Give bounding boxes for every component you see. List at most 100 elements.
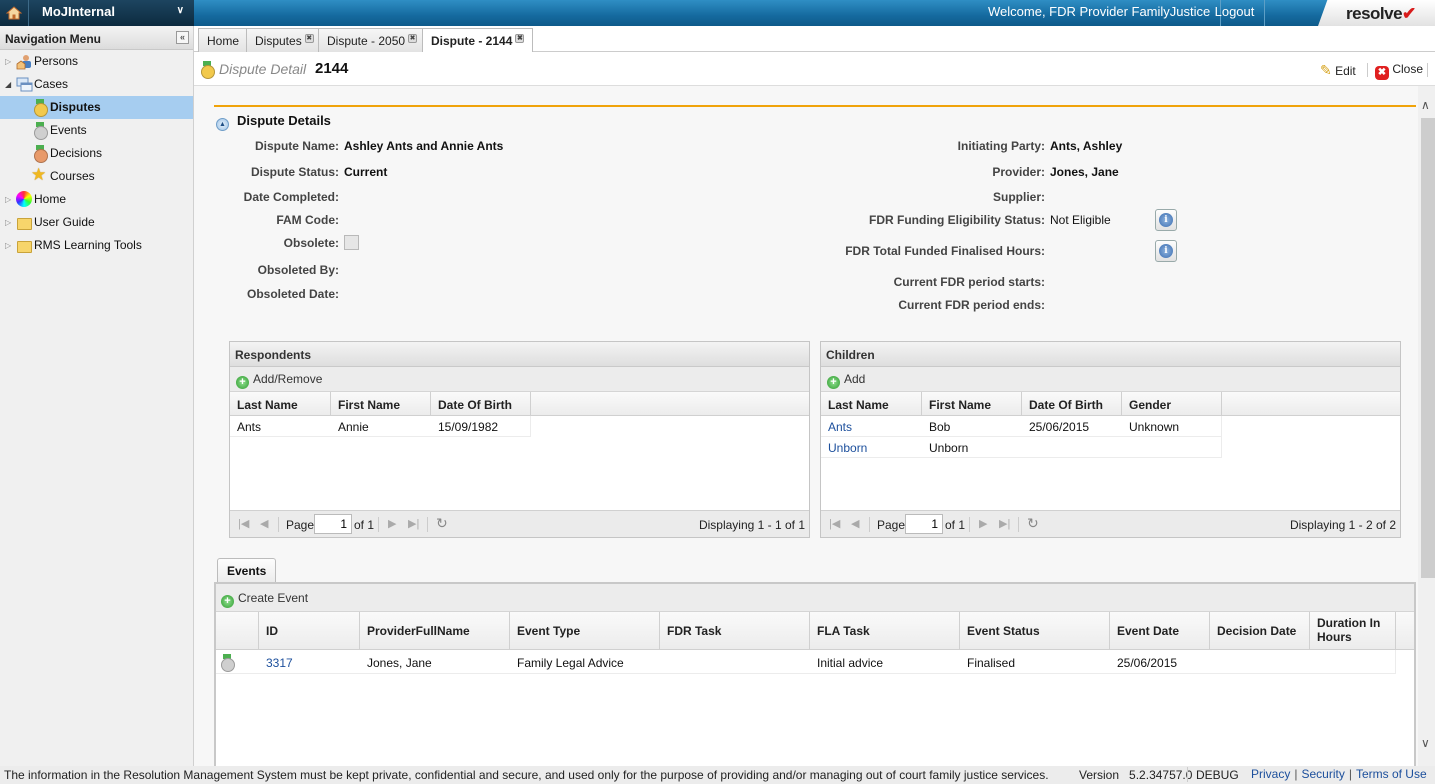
events-column-headers: ID ProviderFullName Event Type FDR Task … <box>216 612 1414 650</box>
field-label: Current FDR period starts: <box>893 275 1045 289</box>
collapse-sidebar-button[interactable]: « <box>176 31 189 44</box>
tab-home[interactable]: Home <box>198 28 249 52</box>
eligibility-info-button[interactable]: i <box>1155 209 1177 231</box>
column-header-first-name[interactable]: First Name <box>922 392 1022 416</box>
sidebar-item-persons[interactable]: ▷ Persons <box>0 50 193 73</box>
respondents-pager: |◀ ◀ Page of 1 ▶ ▶| ↻ Displaying 1 - 1 o… <box>230 510 809 537</box>
cases-icon <box>16 77 33 93</box>
app-selector[interactable]: MoJInternal ∨ <box>29 0 194 26</box>
column-header-first-name[interactable]: First Name <box>331 392 431 416</box>
close-tab-icon[interactable]: ✖ <box>304 34 314 43</box>
expand-arrow-icon[interactable]: ▷ <box>5 188 11 211</box>
column-header-fdr-task[interactable]: FDR Task <box>660 612 810 650</box>
sidebar-item-decisions[interactable]: Decisions <box>0 142 193 165</box>
respondents-toolbar: + Add/Remove <box>230 367 809 392</box>
column-header-provider-full-name[interactable]: ProviderFullName <box>360 612 510 650</box>
funded-hours-info-button[interactable]: i <box>1155 240 1177 262</box>
page-count: of 1 <box>945 518 966 532</box>
cell-fdr-task <box>660 650 667 656</box>
home-button[interactable] <box>0 0 29 26</box>
sidebar-item-home[interactable]: ▷ Home <box>0 188 193 211</box>
terms-of-use-link[interactable]: Terms of Use <box>1356 767 1427 781</box>
table-row[interactable]: 3317 Jones, Jane Family Legal Advice Ini… <box>216 650 1396 674</box>
column-header-decision-date[interactable]: Decision Date <box>1210 612 1310 650</box>
column-header-id[interactable]: ID <box>259 612 360 650</box>
sidebar-item-rms-learning-tools[interactable]: ▷ RMS Learning Tools <box>0 234 193 257</box>
close-tab-icon[interactable]: ✖ <box>408 34 418 43</box>
collapse-arrow-icon[interactable]: ◢ <box>5 73 11 96</box>
scroll-up-icon[interactable]: ∧ <box>1421 98 1430 112</box>
scrollbar-thumb[interactable] <box>1421 118 1435 578</box>
sidebar-item-user-guide[interactable]: ▷ User Guide <box>0 211 193 234</box>
page-number-input[interactable] <box>905 514 943 534</box>
collapse-section-icon[interactable]: ▲ <box>216 118 229 131</box>
add-icon: + <box>827 376 840 389</box>
scroll-down-icon[interactable]: ∨ <box>1421 736 1430 750</box>
column-header-last-name[interactable]: Last Name <box>230 392 331 416</box>
expand-arrow-icon[interactable]: ▷ <box>5 50 11 73</box>
divider <box>427 517 428 532</box>
add-remove-respondents-button[interactable]: + Add/Remove <box>236 372 322 389</box>
column-header-gender[interactable]: Gender <box>1122 392 1222 416</box>
table-row[interactable]: Unborn Unborn <box>821 437 1222 458</box>
prev-page-icon[interactable]: ◀ <box>851 517 859 530</box>
column-header-event-date[interactable]: Event Date <box>1110 612 1210 650</box>
divider <box>1187 767 1188 782</box>
field-label: Supplier: <box>992 190 1045 204</box>
column-header-last-name[interactable]: Last Name <box>821 392 922 416</box>
table-row[interactable]: Ants Bob 25/06/2015 Unknown <box>821 416 1222 437</box>
table-row[interactable]: Ants Annie 15/09/1982 <box>230 416 531 437</box>
page-label: Page <box>286 518 315 532</box>
column-header-date-of-birth[interactable]: Date Of Birth <box>1022 392 1122 416</box>
column-header-event-status[interactable]: Event Status <box>960 612 1110 650</box>
refresh-icon[interactable]: ↻ <box>1027 515 1039 532</box>
add-child-button[interactable]: + Add <box>827 372 865 389</box>
create-event-button[interactable]: + Create Event <box>221 591 308 608</box>
column-header-date-of-birth[interactable]: Date Of Birth <box>431 392 531 416</box>
sidebar-item-events[interactable]: Events <box>0 119 193 142</box>
first-page-icon[interactable]: |◀ <box>829 517 840 530</box>
last-page-icon[interactable]: ▶| <box>408 517 419 530</box>
close-label: Close <box>1392 62 1424 76</box>
cell-date-of-birth <box>1022 437 1029 441</box>
tab-events[interactable]: Events <box>217 558 277 582</box>
main-content: ▲ Dispute Details Dispute Name: Ashley Ant… <box>194 86 1418 766</box>
expand-arrow-icon[interactable]: ▷ <box>5 234 11 257</box>
expand-arrow-icon[interactable]: ▷ <box>5 211 11 234</box>
first-page-icon[interactable]: |◀ <box>238 517 249 530</box>
tab-dispute-2050[interactable]: Dispute - 2050 ✖ <box>318 28 427 52</box>
cell-event-status: Finalised <box>967 656 1016 670</box>
divider <box>869 517 870 532</box>
column-header-event-type[interactable]: Event Type <box>510 612 660 650</box>
logout-button[interactable]: Logout <box>1205 0 1265 26</box>
sidebar-item-courses[interactable]: ★ Courses <box>0 165 193 188</box>
sidebar-item-disputes[interactable]: Disputes <box>0 96 193 119</box>
last-page-icon[interactable]: ▶| <box>999 517 1010 530</box>
next-page-icon[interactable]: ▶ <box>979 517 987 530</box>
cell-last-name-link[interactable]: Ants <box>821 416 852 434</box>
event-id-link[interactable]: 3317 <box>259 650 293 670</box>
tab-dispute-2144[interactable]: Dispute - 2144 ✖ <box>422 28 534 53</box>
page-type: Dispute Detail <box>219 61 307 77</box>
security-link[interactable]: Security <box>1301 767 1344 781</box>
close-button[interactable]: ✖ Close <box>1375 62 1423 80</box>
close-tab-icon[interactable]: ✖ <box>515 34 525 43</box>
privacy-link[interactable]: Privacy <box>1251 767 1290 781</box>
children-column-headers: Last Name First Name Date Of Birth Gende… <box>821 392 1400 416</box>
edit-button[interactable]: ✎ Edit <box>1320 62 1356 79</box>
respondents-grid: Respondents + Add/Remove Last Name First … <box>229 341 810 538</box>
checkmark-icon: ✔ <box>1402 4 1416 23</box>
sidebar-item-cases[interactable]: ◢ Cases <box>0 73 193 96</box>
divider <box>278 517 279 532</box>
next-page-icon[interactable]: ▶ <box>388 517 396 530</box>
content-scrollbar[interactable]: ∧ ∨ <box>1418 86 1435 766</box>
prev-page-icon[interactable]: ◀ <box>260 517 268 530</box>
respondents-title: Respondents <box>230 342 809 367</box>
cell-last-name-link[interactable]: Unborn <box>821 437 867 455</box>
tab-disputes[interactable]: Disputes ✖ <box>246 28 323 52</box>
column-header-fla-task[interactable]: FLA Task <box>810 612 960 650</box>
dispute-details-header[interactable]: ▲ Dispute Details <box>216 113 331 131</box>
column-header-duration-in-hours[interactable]: Duration In Hours <box>1310 612 1396 650</box>
refresh-icon[interactable]: ↻ <box>436 515 448 532</box>
page-number-input[interactable] <box>314 514 352 534</box>
